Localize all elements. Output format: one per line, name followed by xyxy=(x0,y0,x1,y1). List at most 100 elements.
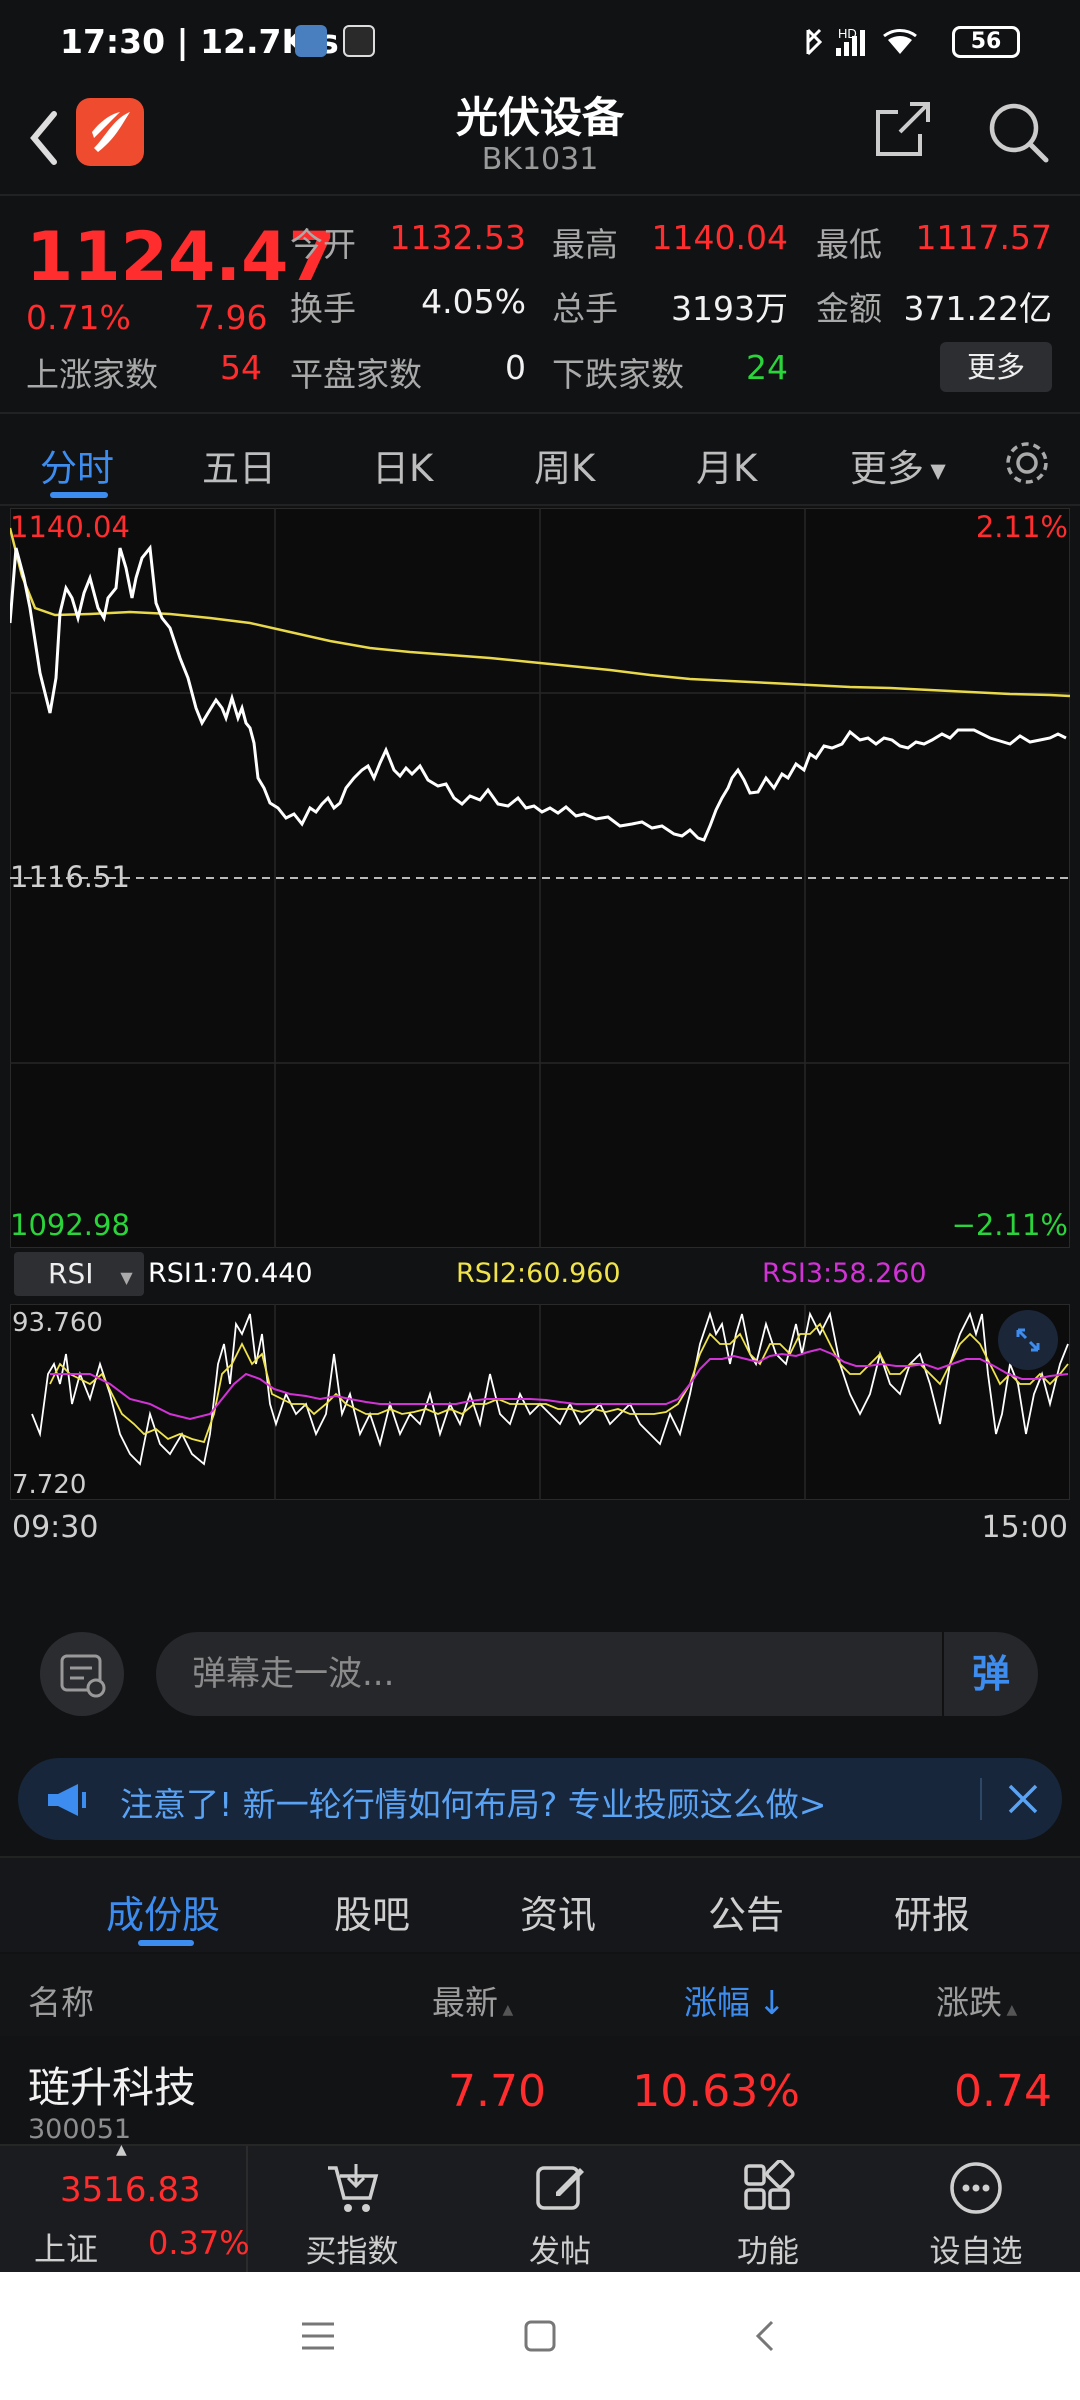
danmu-bar: 弹幕走一波... 弹 xyxy=(0,1610,1080,1740)
home-icon[interactable] xyxy=(522,2318,558,2354)
col-change-label: 涨跌 xyxy=(936,1983,1002,2022)
expand-button-bg xyxy=(998,1310,1058,1370)
functions-label: 功能 xyxy=(737,2234,799,2270)
time-axis-start: 09:30 xyxy=(12,1510,99,1545)
stock-name: 琏升科技 xyxy=(28,2063,197,2112)
stock-code: 300051 xyxy=(28,2114,132,2145)
back-icon[interactable] xyxy=(24,108,64,168)
y-axis-bottom-pct: −2.11% xyxy=(951,1208,1068,1242)
cart-icon xyxy=(328,2164,379,2212)
down-count: 24 xyxy=(746,348,788,387)
tab-more-label: 更多 xyxy=(850,447,924,490)
rsi3-value: RSI3:58.260 xyxy=(762,1258,927,1289)
index-name: 上证 xyxy=(34,2230,99,2268)
tab-announcements[interactable]: 公告 xyxy=(708,1884,784,1939)
col-change-pct[interactable]: 涨幅 ↓ xyxy=(684,1976,786,2024)
sort-icon: ▲ xyxy=(498,2002,514,2018)
bottom-bar: 3516.83 上证 0.37% ▲ 买指数 发帖 功能 设自选 xyxy=(0,2142,1080,2274)
index-ticker[interactable]: 3516.83 上证 0.37% ▲ xyxy=(0,2142,250,2274)
up-count-label: 上涨家数 xyxy=(26,355,158,394)
danmu-placeholder: 弹幕走一波... xyxy=(192,1654,395,1694)
table-row[interactable]: 琏升科技 300051 7.70 10.63% 0.74 xyxy=(0,2036,1080,2146)
post-button[interactable]: 发帖 xyxy=(480,2146,640,2274)
danmu-input[interactable]: 弹幕走一波... 弹 xyxy=(156,1632,1038,1716)
tab-five-day[interactable]: 五日 xyxy=(202,438,276,492)
tab-weekly-k[interactable]: 周K xyxy=(534,438,595,492)
buy-index-button[interactable]: 买指数 xyxy=(272,2146,432,2274)
period-tabs: 分时 五日 日K 周K 月K 更多 ▼ xyxy=(0,414,1080,506)
rsi2-value: RSI2:60.960 xyxy=(456,1258,621,1289)
open-label: 今开 xyxy=(290,225,356,264)
back-nav-icon[interactable] xyxy=(748,2318,784,2354)
add-watchlist-button[interactable]: 设自选 xyxy=(896,2146,1056,2274)
tiktok-notification-icon xyxy=(343,25,375,57)
sort-icon: ▲ xyxy=(1002,2002,1018,2018)
add-watchlist-label: 设自选 xyxy=(929,2234,1023,2270)
grid-icon xyxy=(744,2160,795,2210)
danmu-list-icon xyxy=(60,1654,106,1698)
high-value: 1140.04 xyxy=(651,218,788,257)
close-icon[interactable] xyxy=(1002,1778,1044,1820)
tab-forum[interactable]: 股吧 xyxy=(334,1884,410,1939)
open-value: 1132.53 xyxy=(389,218,526,257)
settings-gear-icon[interactable] xyxy=(1000,436,1054,490)
col-latest[interactable]: 最新 ▲ xyxy=(432,1976,513,2024)
index-value: 3516.83 xyxy=(60,2170,201,2210)
system-navigation-bar xyxy=(0,2272,1080,2400)
tab-intraday[interactable]: 分时 xyxy=(40,438,114,492)
tab-monthly-k[interactable]: 月K xyxy=(696,438,757,492)
low-value: 1117.57 xyxy=(915,218,1052,257)
notice-banner[interactable]: 注意了! 新一轮行情如何布局? 专业投顾这么做> xyxy=(18,1758,1062,1840)
y-axis-top-pct: 2.11% xyxy=(975,510,1068,544)
tab-daily-k[interactable]: 日K xyxy=(372,438,433,492)
stock-latest: 7.70 xyxy=(448,2066,546,2117)
col-change[interactable]: 涨跌 ▲ xyxy=(936,1976,1017,2024)
intraday-chart[interactable]: 1140.04 2.11% 1116.51 1092.98 −2.11% xyxy=(10,508,1070,1248)
col-change-pct-label: 涨幅 xyxy=(684,1983,750,2022)
y-axis-mid-price: 1116.51 xyxy=(10,860,130,894)
caret-down-icon: ▼ xyxy=(120,1268,133,1287)
stock-change: 0.74 xyxy=(954,2066,1052,2117)
danmu-list-button[interactable] xyxy=(40,1632,124,1716)
rsi-chart[interactable]: RSI ▼ RSI1:70.440 RSI2:60.960 RSI3:58.26… xyxy=(10,1248,1070,1558)
battery-icon: 56 xyxy=(952,26,1020,58)
flat-count-label: 平盘家数 xyxy=(290,355,422,394)
more-button[interactable]: 更多 xyxy=(940,342,1052,392)
amount-value: 371.22亿 xyxy=(903,289,1052,328)
indicator-selector-label: RSI xyxy=(48,1257,94,1290)
tab-research[interactable]: 研报 xyxy=(894,1884,970,1939)
table-header: 名称 最新 ▲ 涨幅 ↓ 涨跌 ▲ xyxy=(0,1954,1080,2036)
buy-index-label: 买指数 xyxy=(305,2234,399,2270)
tab-constituents[interactable]: 成份股 xyxy=(106,1884,220,1939)
edit-icon xyxy=(536,2166,584,2210)
megaphone-icon xyxy=(48,1784,86,1816)
danmu-toggle-button[interactable]: 弹 xyxy=(942,1632,1038,1716)
tab-more[interactable]: 更多 ▼ xyxy=(850,438,946,492)
col-latest-label: 最新 xyxy=(432,1983,498,2022)
index-pct: 0.37% xyxy=(148,2224,250,2262)
turnover-value: 4.05% xyxy=(421,282,526,321)
amount-label: 金额 xyxy=(816,289,882,328)
y-axis-top-price: 1140.04 xyxy=(10,510,130,544)
functions-button[interactable]: 功能 xyxy=(688,2146,848,2274)
caret-down-icon: ▼ xyxy=(924,458,946,483)
volume-label: 总手 xyxy=(552,289,618,328)
divider xyxy=(980,1778,982,1820)
change-pct: 0.71% xyxy=(26,298,131,337)
high-label: 最高 xyxy=(552,225,618,264)
status-bar: 17:30 | 12.7K/s HD 56 xyxy=(0,0,1080,84)
down-count-label: 下跌家数 xyxy=(552,355,684,394)
tab-news[interactable]: 资讯 xyxy=(520,1884,596,1939)
search-icon[interactable] xyxy=(984,98,1054,168)
col-name: 名称 xyxy=(28,1983,94,2022)
more-dots-icon xyxy=(950,2162,1002,2214)
rsi-canvas xyxy=(10,1304,1070,1500)
section-tabs: 成份股 股吧 资讯 公告 研报 xyxy=(0,1856,1080,1952)
time-axis-end: 15:00 xyxy=(981,1510,1068,1545)
menu-icon[interactable] xyxy=(300,2318,336,2354)
stock-change-pct: 10.63% xyxy=(632,2066,800,2117)
share-icon[interactable] xyxy=(870,98,934,162)
rsi1-value: RSI1:70.440 xyxy=(148,1258,313,1289)
rsi-min-label: 7.720 xyxy=(12,1470,87,1500)
indicator-selector[interactable]: RSI ▼ xyxy=(14,1252,144,1296)
